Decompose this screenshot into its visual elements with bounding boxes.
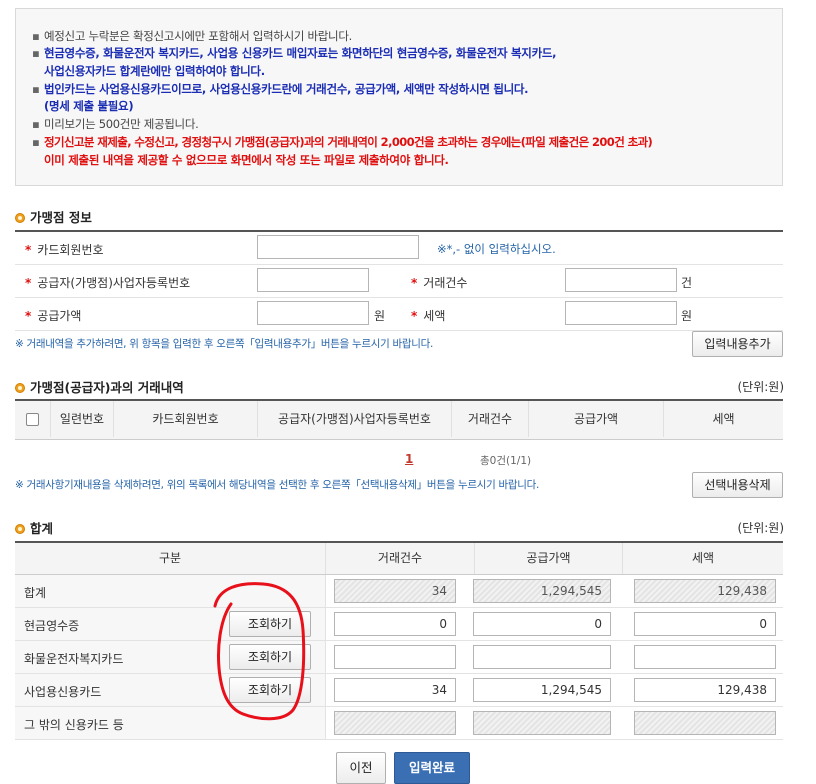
tax-suffix: 원 xyxy=(681,309,693,323)
row-label: 화물운전자복지카드 xyxy=(24,652,124,666)
section-title-merchant: 가맹점 정보 xyxy=(15,207,92,226)
card-no-hint: ※*,- 없이 입력하십시오. xyxy=(437,242,556,256)
page-link[interactable]: 1 xyxy=(405,452,413,466)
row-values: 0 0 0 xyxy=(325,608,783,640)
select-all-checkbox[interactable] xyxy=(26,413,39,426)
column-header: 거래건수 xyxy=(452,401,529,437)
notice-line: ▪ 현금영수증, 화물운전자 복지카드, 사업용 신용카드 매입자료는 화면하단의… xyxy=(32,46,557,60)
supply-label: * 공급가액 xyxy=(25,309,82,323)
notice-line: ▪ 미리보기는 500건만 제공됩니다. xyxy=(32,117,199,131)
count-input[interactable]: 34 xyxy=(334,678,456,702)
tax-input[interactable]: 0 xyxy=(634,612,776,636)
count-value: 34 xyxy=(334,579,456,603)
row-label: 합계 xyxy=(24,586,47,600)
column-header: 구분 xyxy=(158,551,182,565)
merchant-form: * 카드회원번호 ※*,- 없이 입력하십시오. * 공급자(가맹점)사업자등록번호… xyxy=(15,230,783,331)
column-header: 거래건수 xyxy=(325,543,474,574)
column-header: 일련번호 xyxy=(51,401,114,437)
bullet-icon xyxy=(15,383,25,393)
supply-suffix: 원 xyxy=(374,309,386,323)
biz-no-label: * 공급자(가맹점)사업자등록번호 xyxy=(25,276,191,290)
notice-line: 이미 제출된 내역을 제공할 수 없으므로 화면에서 작성 또는 파일로 제출하… xyxy=(44,153,449,167)
bullet-icon xyxy=(15,213,25,223)
supply-value xyxy=(473,711,611,735)
biz-no-input[interactable] xyxy=(257,268,369,292)
tax-input[interactable] xyxy=(634,645,776,669)
summary-row-business-card: 사업용신용카드 조회하기 34 1,294,545 129,438 xyxy=(15,674,783,707)
add-note: ※ 거래내역을 추가하려면, 위 항목을 입력한 후 오른쪽「입력내용추가」버튼… xyxy=(15,338,433,350)
tax-input[interactable] xyxy=(565,301,677,325)
notice-box: ▪ 예정신고 누락분은 확정신고시에만 포함해서 입력하시기 바랍니다. ▪ 현금영… xyxy=(15,8,783,186)
select-all-cell xyxy=(15,401,51,437)
summary-row-total: 합계 34 1,294,545 129,438 xyxy=(15,575,783,608)
count-input[interactable] xyxy=(334,645,456,669)
tax-input[interactable]: 129,438 xyxy=(634,678,776,702)
supply-value: 1,294,545 xyxy=(473,579,611,603)
column-header: 공급가액 xyxy=(529,401,664,437)
supply-input[interactable] xyxy=(257,301,369,325)
row-values xyxy=(325,641,783,673)
row-label: 사업용신용카드 xyxy=(24,685,102,699)
transactions-table-header: 일련번호 카드회원번호 공급자(가맹점)사업자등록번호 거래건수 공급가액 세액 xyxy=(15,399,783,440)
delete-note: ※ 거래사항기재내용을 삭제하려면, 위의 목록에서 해당내역을 선택한 후 오… xyxy=(15,479,539,491)
row-values xyxy=(325,707,783,739)
tx-count-suffix: 건 xyxy=(681,276,693,290)
column-header: 카드회원번호 xyxy=(114,401,258,437)
summary-row-freight-card: 화물운전자복지카드 조회하기 xyxy=(15,641,783,674)
form-row: * 공급자(가맹점)사업자등록번호 * 거래건수 건 xyxy=(15,265,783,298)
card-no-label: * 카드회원번호 xyxy=(25,243,104,257)
row-values: 34 1,294,545 129,438 xyxy=(325,674,783,706)
column-header: 세액 xyxy=(712,412,735,426)
supply-input[interactable]: 0 xyxy=(473,612,611,636)
count-value xyxy=(334,711,456,735)
tax-label: * 세액 xyxy=(411,309,446,323)
notice-line: (명세 제출 불필요) xyxy=(44,99,134,113)
summary-row-other-cards: 그 밖의 신용카드 등 xyxy=(15,707,783,740)
form-row: * 카드회원번호 ※*,- 없이 입력하십시오. xyxy=(15,232,783,265)
notice-line: ▪ 정기신고분 재제출, 수정신고, 경정청구시 가맹점(공급자)과의 거래내역이… xyxy=(32,135,653,149)
row-label: 그 밖의 신용카드 등 xyxy=(24,718,124,732)
supply-input[interactable] xyxy=(473,645,611,669)
supply-input[interactable]: 1,294,545 xyxy=(473,678,611,702)
summary-table: 구분 거래건수 공급가액 세액 합계 34 1,294,545 129,438 … xyxy=(15,541,783,740)
summary-header: 구분 거래건수 공급가액 세액 xyxy=(15,543,783,575)
tx-count-label: * 거래건수 xyxy=(411,276,468,290)
summary-unit: (단위:원) xyxy=(737,521,784,535)
row-values: 34 1,294,545 129,438 xyxy=(325,575,783,607)
column-header: 세액 xyxy=(622,543,783,574)
bullet-icon xyxy=(15,524,25,534)
tax-value xyxy=(634,711,776,735)
tx-count-input[interactable] xyxy=(565,268,677,292)
red-annotation-circle xyxy=(213,582,306,721)
column-header: 공급가액 xyxy=(474,543,622,574)
count-input[interactable]: 0 xyxy=(334,612,456,636)
prev-button[interactable]: 이전 xyxy=(336,752,386,784)
column-header: 공급자(가맹점)사업자등록번호 xyxy=(258,401,452,437)
page-total: 총0건(1/1) xyxy=(480,455,532,467)
add-entry-button[interactable]: 입력내용추가 xyxy=(692,331,783,357)
notice-line: ▪ 법인카드는 사업용신용카드이므로, 사업용신용카드란에 거래건수, 공급가액,… xyxy=(32,82,529,96)
summary-row-cash-receipt: 현금영수증 조회하기 0 0 0 xyxy=(15,608,783,641)
section-title-summary: 합계 xyxy=(15,518,53,537)
form-row: * 공급가액 원 * 세액 원 xyxy=(15,298,783,331)
section-title-transactions: 가맹점(공급자)과의 거래내역 xyxy=(15,377,184,396)
delete-selected-button[interactable]: 선택내용삭제 xyxy=(692,472,783,498)
notice-line: ▪ 예정신고 누락분은 확정신고시에만 포함해서 입력하시기 바랍니다. xyxy=(32,29,352,43)
submit-button[interactable]: 입력완료 xyxy=(394,752,470,784)
notice-line: 사업신용자카드 합계란에만 입력하여야 합니다. xyxy=(44,64,265,78)
row-label: 현금영수증 xyxy=(24,619,80,633)
card-no-input[interactable] xyxy=(257,235,419,259)
transactions-unit: (단위:원) xyxy=(737,380,784,394)
tax-value: 129,438 xyxy=(634,579,776,603)
